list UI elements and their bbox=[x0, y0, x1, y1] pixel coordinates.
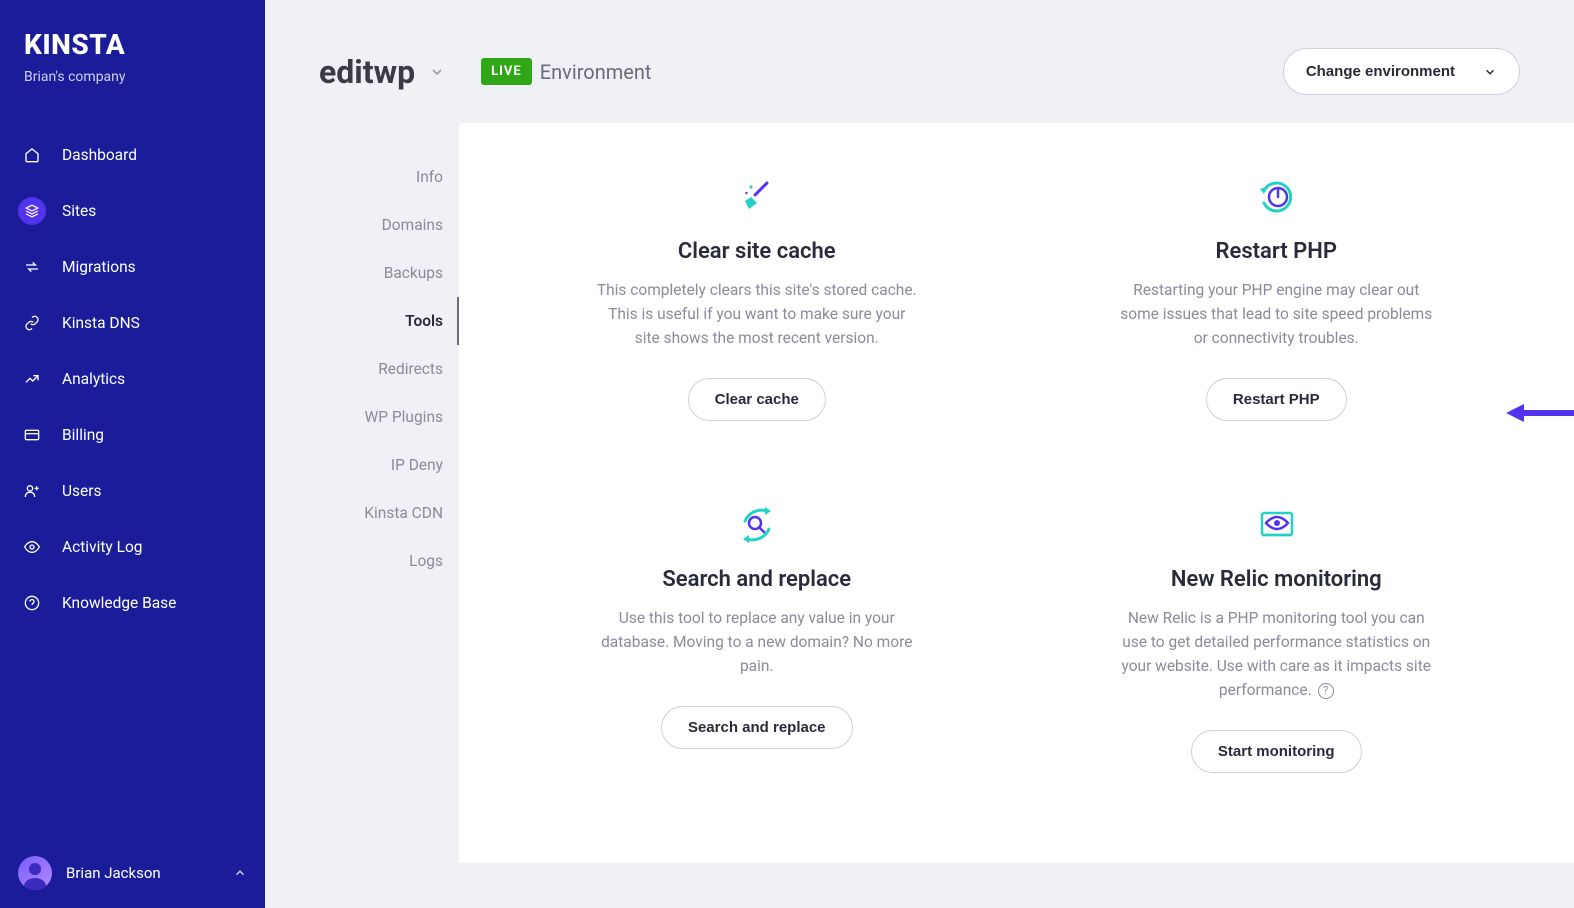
help-icon bbox=[18, 589, 46, 617]
live-badge: LIVE bbox=[481, 58, 532, 85]
tools-panel: Clear site cache This completely clears … bbox=[459, 123, 1574, 863]
sidebar-item-label: Migrations bbox=[62, 258, 136, 276]
subnav-redirects[interactable]: Redirects bbox=[319, 345, 459, 393]
layers-icon bbox=[18, 197, 46, 225]
card-clear-cache: Clear site cache This completely clears … bbox=[527, 173, 987, 421]
site-name: editwp bbox=[319, 53, 415, 91]
subnav-logs[interactable]: Logs bbox=[319, 537, 459, 585]
subnav-cdn[interactable]: Kinsta CDN bbox=[319, 489, 459, 537]
sidebar-item-label: Billing bbox=[62, 426, 104, 444]
home-icon bbox=[18, 141, 46, 169]
restart-icon bbox=[1047, 173, 1507, 221]
eye-icon bbox=[18, 533, 46, 561]
sub-nav: Info Domains Backups Tools Redirects WP … bbox=[319, 123, 459, 863]
clear-cache-button[interactable]: Clear cache bbox=[688, 378, 826, 421]
sidebar-item-label: Sites bbox=[62, 202, 96, 220]
topbar: editwp LIVE Environment Change environme… bbox=[265, 0, 1574, 123]
sidebar-item-activity[interactable]: Activity Log bbox=[0, 519, 265, 575]
main: editwp LIVE Environment Change environme… bbox=[265, 0, 1574, 863]
environment-label: Environment bbox=[540, 60, 652, 84]
search-replace-icon bbox=[527, 501, 987, 549]
content-row: Info Domains Backups Tools Redirects WP … bbox=[265, 123, 1574, 863]
card-desc: Restarting your PHP engine may clear out… bbox=[1116, 278, 1436, 350]
brand-logo: KINSTA bbox=[0, 0, 265, 69]
subnav-domains[interactable]: Domains bbox=[319, 201, 459, 249]
user-plus-icon bbox=[18, 477, 46, 505]
change-environment-button[interactable]: Change environment bbox=[1283, 48, 1520, 95]
card-title: Search and replace bbox=[527, 567, 987, 592]
subnav-ipdeny[interactable]: IP Deny bbox=[319, 441, 459, 489]
arrow-annotation bbox=[1506, 398, 1574, 428]
sidebar-item-label: Knowledge Base bbox=[62, 594, 176, 612]
chevron-up-icon bbox=[233, 866, 247, 880]
link-icon bbox=[18, 309, 46, 337]
sidebar-item-label: Activity Log bbox=[62, 538, 142, 556]
sidebar-item-label: Users bbox=[62, 482, 102, 500]
monitor-eye-icon bbox=[1047, 501, 1507, 549]
sidebar-item-kb[interactable]: Knowledge Base bbox=[0, 575, 265, 631]
sidebar-nav: Dashboard Sites Migrations Kinsta DNS An… bbox=[0, 127, 265, 838]
swap-icon bbox=[18, 253, 46, 281]
restart-php-button[interactable]: Restart PHP bbox=[1206, 378, 1347, 421]
user-footer[interactable]: Brian Jackson bbox=[0, 838, 265, 908]
chevron-down-icon[interactable] bbox=[429, 64, 445, 80]
chart-icon bbox=[18, 365, 46, 393]
subnav-info[interactable]: Info bbox=[319, 153, 459, 201]
search-replace-button[interactable]: Search and replace bbox=[661, 706, 853, 749]
sidebar-item-dashboard[interactable]: Dashboard bbox=[0, 127, 265, 183]
card-title: New Relic monitoring bbox=[1047, 567, 1507, 592]
start-monitoring-button[interactable]: Start monitoring bbox=[1191, 730, 1362, 773]
card-restart-php: Restart PHP Restarting your PHP engine m… bbox=[1047, 173, 1507, 421]
change-environment-label: Change environment bbox=[1306, 63, 1455, 80]
sidebar-item-users[interactable]: Users bbox=[0, 463, 265, 519]
sidebar-item-migrations[interactable]: Migrations bbox=[0, 239, 265, 295]
company-name: Brian's company bbox=[0, 69, 265, 109]
subnav-wpplugins[interactable]: WP Plugins bbox=[319, 393, 459, 441]
sidebar-item-label: Dashboard bbox=[62, 146, 137, 164]
sidebar-item-dns[interactable]: Kinsta DNS bbox=[0, 295, 265, 351]
card-new-relic: New Relic monitoring New Relic is a PHP … bbox=[1047, 501, 1507, 773]
card-desc: Use this tool to replace any value in yo… bbox=[597, 606, 917, 678]
user-name-label: Brian Jackson bbox=[66, 864, 233, 882]
subnav-backups[interactable]: Backups bbox=[319, 249, 459, 297]
sidebar-item-analytics[interactable]: Analytics bbox=[0, 351, 265, 407]
credit-card-icon bbox=[18, 421, 46, 449]
avatar bbox=[18, 856, 52, 890]
card-desc: This completely clears this site's store… bbox=[597, 278, 917, 350]
broom-icon bbox=[527, 173, 987, 221]
card-search-replace: Search and replace Use this tool to repl… bbox=[527, 501, 987, 773]
card-desc: New Relic is a PHP monitoring tool you c… bbox=[1116, 606, 1436, 702]
sidebar-item-sites[interactable]: Sites bbox=[0, 183, 265, 239]
sidebar: KINSTA Brian's company Dashboard Sites M… bbox=[0, 0, 265, 908]
chevron-down-icon bbox=[1483, 65, 1497, 79]
sidebar-item-label: Analytics bbox=[62, 370, 125, 388]
sidebar-item-label: Kinsta DNS bbox=[62, 314, 140, 332]
tool-cards: Clear site cache This completely clears … bbox=[527, 173, 1506, 773]
card-title: Restart PHP bbox=[1047, 239, 1507, 264]
help-icon[interactable]: ? bbox=[1318, 683, 1334, 699]
sidebar-item-billing[interactable]: Billing bbox=[0, 407, 265, 463]
card-title: Clear site cache bbox=[527, 239, 987, 264]
subnav-tools[interactable]: Tools bbox=[319, 297, 459, 345]
